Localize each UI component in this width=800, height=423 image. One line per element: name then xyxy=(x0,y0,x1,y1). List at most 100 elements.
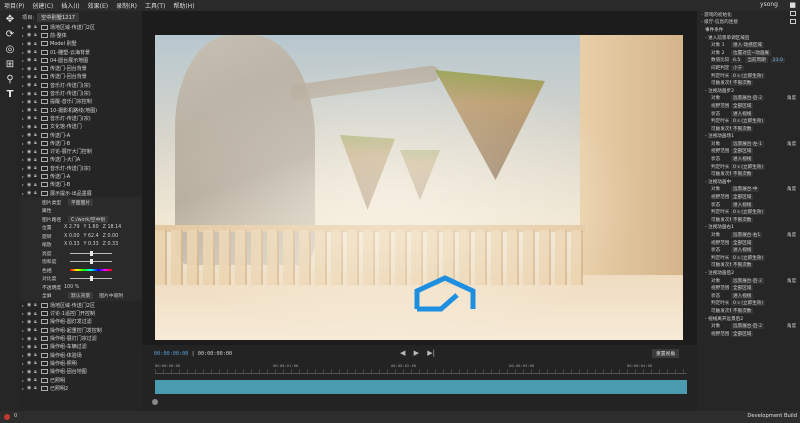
event-field-row[interactable]: 判定时长 0 s (立即生效) xyxy=(697,208,800,216)
lock-icon[interactable]: 🔒︎ xyxy=(34,74,41,80)
field-value[interactable]: 全部区域 xyxy=(731,330,754,337)
event-section-header[interactable]: - 进入前景单调区域后 xyxy=(697,34,800,42)
contrast-slider[interactable] xyxy=(70,276,112,282)
field-value[interactable]: 0 s (立即生效) xyxy=(731,300,766,307)
field-value[interactable]: 远景展台·后-2 xyxy=(731,95,765,102)
pos-y[interactable]: Y 1.60 xyxy=(84,225,99,230)
visibility-eye-icon[interactable]: ◉ xyxy=(27,57,34,63)
lock-icon[interactable]: 🔒︎ xyxy=(34,82,41,88)
pos-x[interactable]: X 2.79 xyxy=(64,225,80,230)
tree-row[interactable]: ▸ ◉ 🔒︎ 提醒-音乐门宗控制 xyxy=(20,98,142,106)
field-value-2[interactable]: 当前周期 xyxy=(745,57,768,64)
tree-row[interactable]: ▸ ◉ 🔒︎ 音乐灯-传送门(宗) xyxy=(20,89,142,98)
attributes-section[interactable]: 属性 xyxy=(42,207,142,216)
visibility-eye-icon[interactable]: ◉ xyxy=(27,319,34,325)
visibility-eye-icon[interactable]: ◉ xyxy=(27,165,34,171)
visibility-eye-icon[interactable]: ◉ xyxy=(27,132,34,138)
tree-row[interactable]: ▸ ◉ 🔒︎ 场地区域-传送门2区 xyxy=(20,301,142,309)
field-value[interactable]: 小于 xyxy=(731,64,745,71)
lock-icon[interactable]: 🔒︎ xyxy=(34,327,41,333)
field-value[interactable]: 0 s (立即生效) xyxy=(731,163,766,170)
rot-x[interactable]: X 0.00 xyxy=(64,234,80,239)
lock-icon[interactable]: 🔒︎ xyxy=(34,336,41,342)
event-field-row[interactable]: 对象 远景展台·后-2 角度 xyxy=(697,95,800,103)
event-section-header[interactable]: - 注视动画右1 xyxy=(697,224,800,232)
event-field-row[interactable]: 对象 2 位置对应~动画展 xyxy=(697,49,800,57)
tree-row[interactable]: ▸ ◉ 🔒︎ 讨论-展厅大门控制 xyxy=(20,147,142,156)
lock-icon[interactable]: 🔒︎ xyxy=(34,132,41,138)
tree-row[interactable]: ▸ ◉ 🔒︎ 音乐灯-传送门(宗) xyxy=(20,164,142,172)
tree-row[interactable]: ▸ ◉ 🔒︎ 已照明 xyxy=(20,376,142,384)
image-type-dropdown[interactable]: 平面图片 xyxy=(68,198,94,206)
next-frame-icon[interactable]: ▶| xyxy=(427,349,435,357)
event-field-row[interactable]: 可触发次数 不限次数 xyxy=(697,125,800,133)
field-value[interactable]: 远景展台·后-2 xyxy=(731,323,765,330)
field-value[interactable]: 进入视线 xyxy=(731,292,754,299)
lock-icon[interactable]: 🔒︎ xyxy=(34,124,41,130)
scale-y[interactable]: Y 0.33 xyxy=(84,242,99,247)
visibility-eye-icon[interactable]: ◉ xyxy=(27,140,34,146)
tree-row[interactable]: ▸ ◉ 🔒︎ 04-圆台展示地图 xyxy=(20,56,142,64)
event-field-row[interactable]: 数值比较 6.5 当前周期 23.0 xyxy=(697,57,800,65)
visibility-eye-icon[interactable]: ◉ xyxy=(27,41,34,47)
visibility-eye-icon[interactable]: ◉ xyxy=(27,344,34,350)
event-field-row[interactable]: 状态 进入视线 xyxy=(697,292,800,300)
lock-icon[interactable]: 🔒︎ xyxy=(34,99,41,105)
visibility-eye-icon[interactable]: ◉ xyxy=(27,115,34,121)
tree-row[interactable]: ▸ ◉ 🔒︎ 音乐灯-传送门(宗) xyxy=(20,114,142,122)
lock-icon[interactable]: 🔒︎ xyxy=(34,190,41,196)
lock-icon[interactable]: 🔒︎ xyxy=(34,311,41,317)
event-field-row[interactable]: 可触发次数 不限次数 xyxy=(697,79,800,87)
tree-row[interactable]: ▸ ◉ 🔒︎ 场地区域-传送门2区 xyxy=(20,23,142,31)
field-value[interactable]: 0 s (立即生效) xyxy=(731,209,766,216)
play-icon[interactable]: ▶ xyxy=(414,349,419,357)
event-section-header[interactable]: - 注视动画步2 xyxy=(697,87,800,95)
rotate-tool-icon[interactable]: ⟳ xyxy=(3,29,17,41)
lock-icon[interactable]: 🔒︎ xyxy=(34,140,41,146)
visibility-eye-icon[interactable]: ◉ xyxy=(27,74,34,80)
event-field-row[interactable]: 状态 进入视线 xyxy=(697,155,800,163)
field-value[interactable]: 不限次数 xyxy=(731,262,754,269)
field-value[interactable]: 不限次数 xyxy=(731,307,754,314)
field-value[interactable]: 远景展台·左-1 xyxy=(731,140,765,147)
event-field-row[interactable]: 间距判定 小于 xyxy=(697,64,800,72)
visibility-eye-icon[interactable]: ◉ xyxy=(27,66,34,72)
tree-row[interactable]: ▸ ◉ 🔒︎ 展示提示-出品墨展 xyxy=(20,189,142,197)
error-icon[interactable] xyxy=(4,414,10,420)
event-field-row[interactable]: 状态 进入视线 xyxy=(697,201,800,209)
lock-icon[interactable]: 🔒︎ xyxy=(34,360,41,366)
project-tab[interactable]: 空中别墅1217 xyxy=(37,12,80,22)
event-field-row[interactable]: 判定时长 0 s (立即生效) xyxy=(697,254,800,262)
hue-slider[interactable] xyxy=(70,269,112,272)
folder-icon[interactable] xyxy=(790,18,796,24)
fullscreen-dropdown[interactable]: 默认背景 xyxy=(68,292,94,300)
event-section-header[interactable]: - 注视动画场1 xyxy=(697,133,800,141)
event-field-row[interactable]: 视野范围 全部区域 xyxy=(697,102,800,110)
field-value[interactable]: 进入视线 xyxy=(731,247,754,254)
field-value[interactable]: 0 s (立即生效) xyxy=(731,72,766,79)
lock-icon[interactable]: 🔒︎ xyxy=(34,385,41,391)
tree-row[interactable]: ▸ ◉ 🔒︎ 操作组-展灯门宗过滤 xyxy=(20,334,142,343)
lock-icon[interactable]: 🔒︎ xyxy=(34,352,41,358)
visibility-eye-icon[interactable]: ◉ xyxy=(27,190,34,196)
event-field-row[interactable]: 对象 远景展台·右1 角度 xyxy=(697,231,800,239)
field-value[interactable]: 全部区域 xyxy=(731,239,754,246)
menu-help[interactable]: 帮助(H) xyxy=(169,1,198,10)
event-field-row[interactable]: 对象 1 进入·动感区域 xyxy=(697,41,800,49)
field-value[interactable]: 进入视线 xyxy=(731,110,754,117)
tree-row[interactable]: ▸ ◉ 🔒︎ Model 别墅 xyxy=(20,40,142,48)
lock-icon[interactable]: 🔒︎ xyxy=(34,182,41,188)
field-value[interactable]: 进入视线 xyxy=(731,156,754,163)
event-field-row[interactable]: 视野范围 全部区域 xyxy=(697,193,800,201)
event-field-row[interactable]: 可触发次数 不限次数 xyxy=(697,216,800,224)
menu-create[interactable]: 创建(C) xyxy=(28,1,57,10)
lock-icon[interactable]: 🔒︎ xyxy=(34,319,41,325)
field-value[interactable]: 进入·动感区域 xyxy=(731,42,765,49)
tree-row[interactable]: ▸ ◉ 🔒︎ 01-雕塑-云海背景 xyxy=(20,48,142,56)
tree-row[interactable]: ▸ ◉ 🔒︎ 操作组-体验场 xyxy=(20,351,142,359)
event-field-row[interactable]: 对象 远景展台·后-2 角度 xyxy=(697,277,800,285)
event-section-header[interactable]: 事件条件 xyxy=(697,26,800,34)
event-field-row[interactable]: 可触发次数 不限次数 xyxy=(697,262,800,270)
event-field-row[interactable]: 状态 进入视线 xyxy=(697,110,800,118)
field-value[interactable]: 进入视线 xyxy=(731,201,754,208)
